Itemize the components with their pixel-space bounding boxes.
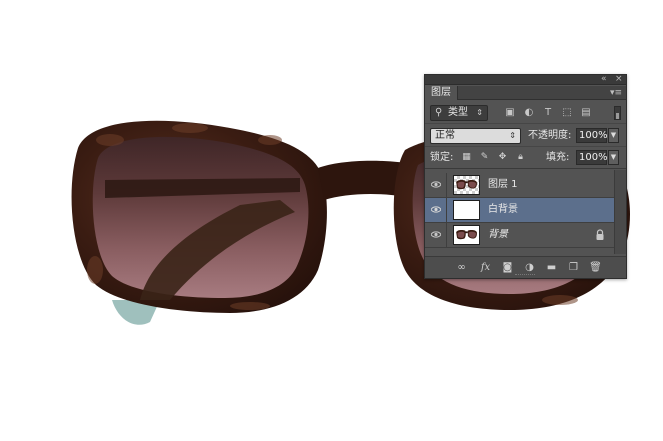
close-icon[interactable]: × bbox=[615, 73, 623, 85]
resize-grip[interactable] bbox=[515, 274, 535, 277]
filter-kind-label: 类型 bbox=[448, 107, 468, 118]
trash-icon[interactable]: 🗑︎ bbox=[589, 262, 602, 274]
filter-toggle[interactable] bbox=[614, 106, 621, 120]
add-mask-icon[interactable]: ◙ bbox=[501, 262, 514, 274]
type-filter-icon[interactable]: T bbox=[542, 107, 554, 119]
blend-row: 正常 ⇕ 不透明度: 100% ▼ bbox=[425, 124, 626, 147]
panel-menu-icon[interactable]: ▾≡ bbox=[610, 86, 622, 100]
lock-row: 锁定: ▦ ✎ ✥ 🔒︎ 填充: 100% ▼ bbox=[425, 147, 626, 169]
adjustment-filter-icon[interactable]: ◐ bbox=[523, 107, 535, 119]
layer-thumbnail bbox=[453, 175, 480, 195]
lock-label: 锁定: bbox=[430, 152, 454, 163]
lock-icon bbox=[596, 229, 604, 240]
opacity-input[interactable]: 100% bbox=[576, 128, 608, 143]
separator bbox=[446, 198, 447, 223]
eye-icon[interactable] bbox=[431, 205, 441, 214]
fill-dropdown-button[interactable]: ▼ bbox=[608, 150, 619, 165]
layers-list: 图层 1 白背景 背景 bbox=[425, 170, 626, 254]
filter-row: ⚲ 类型 ⇕ ▣ ◐ T ⬚ ▤ bbox=[425, 102, 626, 124]
panel-footer: ∞ fx ◙ ◑ ▬ ❐ 🗑︎ bbox=[425, 256, 626, 278]
smart-object-filter-icon[interactable]: ▤ bbox=[580, 107, 592, 119]
layer-thumbnail bbox=[453, 200, 480, 220]
layers-panel: « × 图层 ▾≡ ⚲ 类型 ⇕ ▣ ◐ T ⬚ ▤ 正常 ⇕ 不透明度: 10… bbox=[424, 74, 627, 279]
adjustment-layer-icon[interactable]: ◑ bbox=[523, 262, 536, 274]
separator bbox=[446, 173, 447, 198]
stepper-arrows-icon: ⇕ bbox=[476, 108, 483, 117]
new-layer-icon[interactable]: ❐ bbox=[567, 262, 580, 274]
shape-filter-icon[interactable]: ⬚ bbox=[561, 107, 573, 119]
separator bbox=[446, 223, 447, 248]
tab-layers[interactable]: 图层 bbox=[425, 86, 458, 100]
layer-thumbnail bbox=[453, 225, 480, 245]
layer-name[interactable]: 白背景 bbox=[488, 203, 518, 217]
lock-transparent-icon[interactable]: ▦ bbox=[461, 152, 472, 163]
fx-icon[interactable]: fx bbox=[479, 262, 492, 274]
eye-icon[interactable] bbox=[431, 230, 441, 239]
image-filter-icon[interactable]: ▣ bbox=[504, 107, 516, 119]
opacity-dropdown-button[interactable]: ▼ bbox=[608, 128, 619, 143]
opacity-label: 不透明度: bbox=[528, 130, 572, 141]
stepper-arrows-icon: ⇕ bbox=[509, 131, 516, 140]
eye-icon[interactable] bbox=[431, 180, 441, 189]
lock-all-icon[interactable]: 🔒︎ bbox=[515, 152, 526, 163]
filter-kind-select[interactable]: ⚲ 类型 ⇕ bbox=[430, 105, 488, 121]
layer-name[interactable]: 背景 bbox=[488, 228, 508, 242]
blend-mode-value: 正常 bbox=[435, 130, 455, 141]
layer-row-layer-1[interactable]: 图层 1 bbox=[425, 173, 614, 198]
link-layers-icon[interactable]: ∞ bbox=[455, 262, 468, 274]
fill-input[interactable]: 100% bbox=[576, 150, 608, 165]
lock-position-icon[interactable]: ✥ bbox=[497, 152, 508, 163]
search-icon: ⚲ bbox=[435, 107, 443, 118]
double-chevron-icon[interactable]: « bbox=[601, 73, 607, 85]
layer-row-white-background[interactable]: 白背景 bbox=[425, 198, 614, 223]
panel-titlebar[interactable]: « × bbox=[425, 73, 626, 85]
layers-scrollbar[interactable] bbox=[614, 170, 626, 254]
panel-tab-row: 图层 ▾≡ bbox=[425, 86, 626, 100]
layer-name[interactable]: 图层 1 bbox=[488, 178, 518, 192]
blend-mode-select[interactable]: 正常 ⇕ bbox=[430, 128, 521, 144]
new-group-icon[interactable]: ▬ bbox=[545, 262, 558, 274]
fill-label: 填充: bbox=[546, 152, 570, 163]
lock-image-icon[interactable]: ✎ bbox=[479, 152, 490, 163]
layer-row-background[interactable]: 背景 bbox=[425, 223, 614, 248]
